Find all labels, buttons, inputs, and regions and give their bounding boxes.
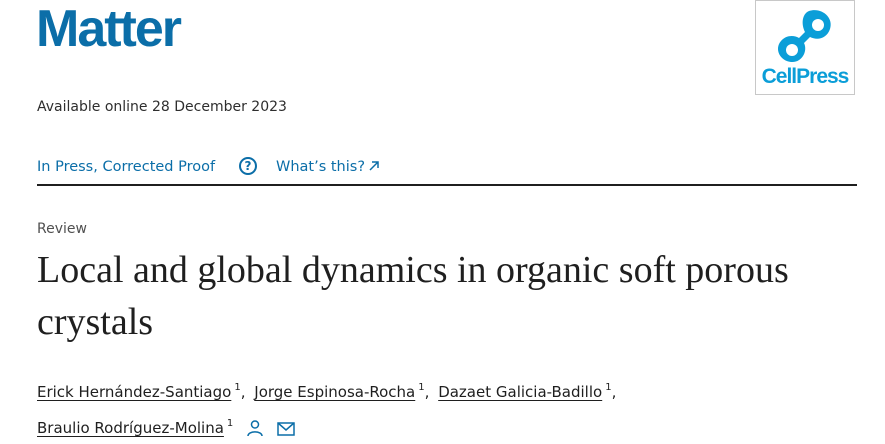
author-affiliation: 1 [418,382,425,393]
available-online-date: Available online 28 December 2023 [37,99,287,115]
arrow-up-right-icon [369,161,379,171]
cellpress-logo-icon [777,10,831,63]
author-link[interactable]: Jorge Espinosa-Rocha [254,383,415,401]
author-line-2: Braulio Rodríguez-Molina 1 [37,408,837,444]
author-line-1: Erick Hernández-Santiago 1, Jorge Espinos… [37,372,837,408]
article-status-bar: In Press, Corrected Proof ? What’s this? [37,157,857,186]
author-list: Erick Hernández-Santiago 1, Jorge Espinos… [37,372,837,444]
author-separator: , [240,383,246,401]
author-link[interactable]: Braulio Rodríguez-Molina [37,419,224,437]
author-link[interactable]: Erick Hernández-Santiago [37,383,231,401]
question-circle-icon[interactable]: ? [239,157,257,175]
journal-title-link[interactable]: Matter [36,0,182,58]
in-press-link[interactable]: In Press, Corrected Proof [37,159,215,175]
whats-this-label: What’s this? [276,159,366,175]
envelope-icon[interactable] [277,421,295,437]
author-affiliation: 1 [234,382,241,393]
whats-this-link[interactable]: What’s this? [276,159,380,175]
publisher-logo[interactable]: CellPress [755,0,855,95]
author-link[interactable]: Dazaet Galicia-Badillo [438,383,602,401]
person-icon[interactable] [246,419,264,437]
author-separator: , [611,383,617,401]
author-affiliation: 1 [226,418,234,429]
author-separator: , [424,383,430,401]
publisher-name: CellPress [761,65,850,88]
article-title: Local and global dynamics in organic sof… [37,249,789,343]
article-type: Review [37,221,87,237]
